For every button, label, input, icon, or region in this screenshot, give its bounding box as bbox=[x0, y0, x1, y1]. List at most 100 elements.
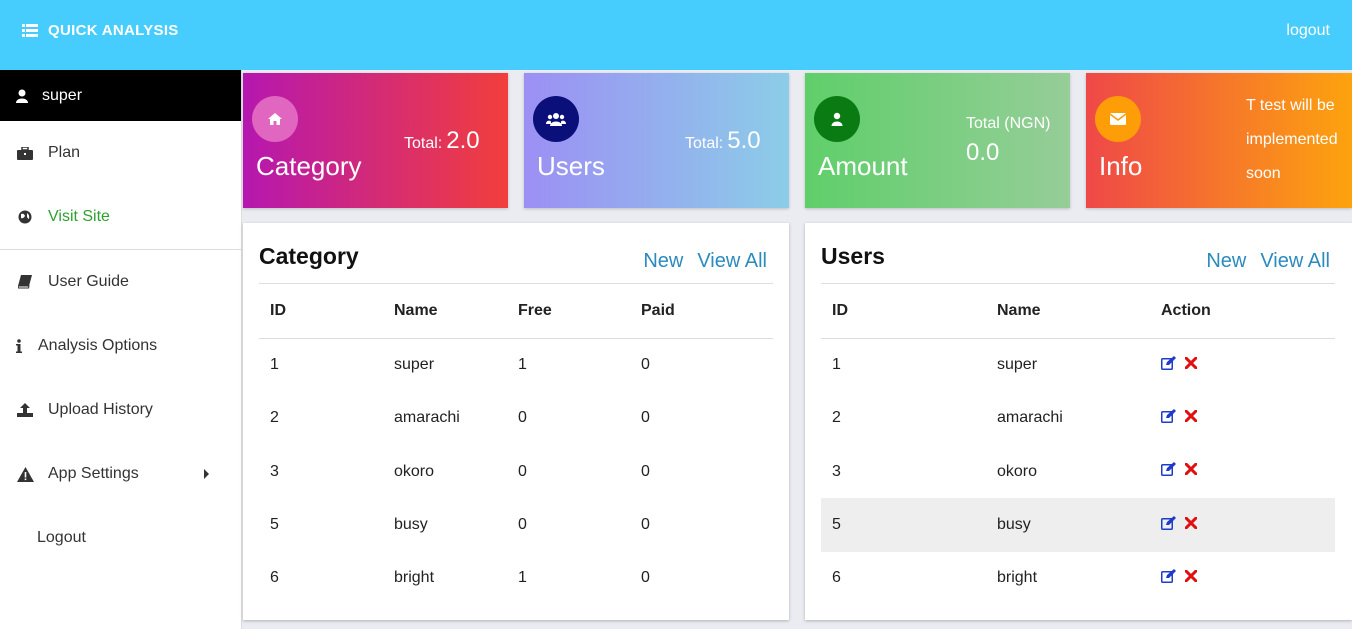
edit-icon[interactable] bbox=[1161, 568, 1177, 583]
stat-card-users[interactable]: Users Total: 5.0 bbox=[524, 73, 789, 208]
users-table: ID Name Action 1 super 2 amarachi 3 okor… bbox=[821, 283, 1335, 605]
cell-id: 1 bbox=[270, 356, 279, 374]
card-total: Total: 5.0 bbox=[685, 127, 761, 155]
view-all-users-link[interactable]: View All bbox=[1260, 250, 1330, 272]
panel-links: New View All bbox=[643, 250, 767, 273]
cell-name: super bbox=[394, 356, 435, 374]
delete-icon[interactable] bbox=[1185, 569, 1197, 582]
edit-icon[interactable] bbox=[1161, 355, 1177, 370]
cell-paid: 0 bbox=[641, 356, 650, 374]
card-title: Users bbox=[537, 151, 605, 181]
new-category-link[interactable]: New bbox=[643, 250, 683, 272]
cell-id: 2 bbox=[270, 409, 279, 427]
sidebar-item-user-guide[interactable]: User Guide bbox=[0, 250, 241, 314]
info-line: soon bbox=[1246, 165, 1281, 182]
cell-free: 1 bbox=[518, 356, 527, 374]
column-header: Name bbox=[986, 283, 1150, 339]
sidebar-username: super bbox=[42, 86, 83, 104]
card-total-label: Total: bbox=[404, 135, 443, 152]
top-bar: QUICK ANALYSIS logout bbox=[0, 0, 1352, 70]
cell-name: amarachi bbox=[997, 409, 1063, 427]
cell-paid: 0 bbox=[641, 462, 650, 480]
sidebar-item-analysis-options[interactable]: Analysis Options bbox=[0, 314, 241, 378]
cell-name: busy bbox=[394, 516, 428, 534]
column-header: Paid bbox=[630, 283, 773, 339]
table-row: 6 bright bbox=[821, 552, 1335, 605]
cell-paid: 0 bbox=[641, 516, 650, 534]
sidebar-item-app-settings[interactable]: App Settings bbox=[0, 442, 241, 506]
sidebar-item-logout[interactable]: Logout bbox=[0, 506, 241, 570]
delete-icon[interactable] bbox=[1185, 516, 1197, 529]
sidebar-item-label: Plan bbox=[48, 144, 81, 161]
warning-icon bbox=[16, 466, 34, 482]
table-row: 5 busy bbox=[821, 498, 1335, 552]
card-title: Info bbox=[1099, 151, 1143, 181]
table-header-row: ID Name Action bbox=[821, 283, 1335, 339]
card-title: Amount bbox=[818, 151, 908, 181]
stat-card-amount[interactable]: Amount Total (NGN) 0.0 bbox=[805, 73, 1070, 208]
cell-action bbox=[1150, 392, 1335, 445]
table-row: 5 busy 0 0 bbox=[259, 498, 773, 551]
caret-right-icon bbox=[204, 469, 209, 479]
cell-name: okoro bbox=[997, 462, 1038, 480]
home-icon bbox=[268, 113, 282, 125]
panel-title: Users bbox=[821, 243, 885, 269]
cell-paid: 0 bbox=[641, 409, 650, 427]
card-icon-circle bbox=[814, 96, 860, 142]
cell-name: bright bbox=[997, 569, 1038, 587]
table-row: 1 super bbox=[821, 339, 1335, 392]
brand[interactable]: QUICK ANALYSIS bbox=[22, 22, 179, 39]
cell-free: 0 bbox=[518, 462, 527, 480]
table-row: 6 bright 1 0 bbox=[259, 552, 773, 605]
card-icon-circle bbox=[1095, 96, 1141, 142]
sidebar: super Plan Visit Site User Guide Analysi… bbox=[0, 70, 242, 629]
briefcase-icon bbox=[16, 146, 34, 160]
sidebar-user[interactable]: super bbox=[0, 70, 241, 121]
sidebar-item-label: Logout bbox=[37, 529, 86, 546]
sidebar-item-visit-site[interactable]: Visit Site bbox=[0, 185, 241, 249]
delete-icon[interactable] bbox=[1185, 356, 1197, 369]
table-row: 2 amarachi 0 0 bbox=[259, 392, 773, 445]
book-icon bbox=[16, 275, 34, 289]
users-panel: Users New View All ID Name Action 1 super… bbox=[805, 223, 1352, 620]
sidebar-item-label: User Guide bbox=[48, 273, 129, 290]
user-icon bbox=[831, 112, 843, 126]
new-user-link[interactable]: New bbox=[1206, 250, 1246, 272]
delete-icon[interactable] bbox=[1185, 409, 1197, 422]
cell-action bbox=[1150, 339, 1335, 392]
stat-card-info[interactable]: Info T test will be implemented soon bbox=[1086, 73, 1352, 208]
cell-free: 0 bbox=[518, 516, 527, 534]
view-all-categories-link[interactable]: View All bbox=[697, 250, 767, 272]
sidebar-item-plan[interactable]: Plan bbox=[0, 121, 241, 185]
delete-icon[interactable] bbox=[1185, 463, 1197, 476]
card-info-text: T test will be implemented soon bbox=[1246, 89, 1338, 191]
cell-name: super bbox=[997, 356, 1038, 374]
edit-icon[interactable] bbox=[1161, 462, 1177, 477]
card-total-value: 0.0 bbox=[966, 139, 1000, 166]
card-total-label: Total: bbox=[685, 135, 724, 152]
sidebar-item-label: Upload History bbox=[48, 401, 153, 418]
users-icon bbox=[546, 113, 566, 126]
edit-icon[interactable] bbox=[1161, 515, 1177, 530]
globe-icon bbox=[16, 210, 34, 224]
sidebar-item-label: Analysis Options bbox=[38, 337, 158, 354]
cell-id: 2 bbox=[832, 409, 841, 427]
column-header: Action bbox=[1150, 283, 1335, 339]
cell-name: busy bbox=[986, 498, 1150, 552]
list-icon bbox=[22, 24, 38, 37]
cell-name: okoro bbox=[394, 462, 435, 480]
info-line: T test will be bbox=[1246, 97, 1335, 114]
column-header: Free bbox=[507, 283, 630, 339]
user-icon bbox=[16, 89, 28, 103]
cell-id: 1 bbox=[832, 356, 841, 374]
brand-title: QUICK ANALYSIS bbox=[48, 22, 179, 39]
card-total-value: 5.0 bbox=[727, 127, 761, 154]
upload-icon bbox=[16, 403, 34, 417]
stat-card-category[interactable]: Category Total: 2.0 bbox=[243, 73, 508, 208]
logout-link[interactable]: logout bbox=[1286, 22, 1330, 40]
sidebar-item-upload-history[interactable]: Upload History bbox=[0, 378, 241, 442]
card-title: Category bbox=[256, 151, 362, 181]
envelope-icon bbox=[1110, 113, 1126, 125]
column-header: ID bbox=[259, 283, 383, 339]
edit-icon[interactable] bbox=[1161, 408, 1177, 423]
